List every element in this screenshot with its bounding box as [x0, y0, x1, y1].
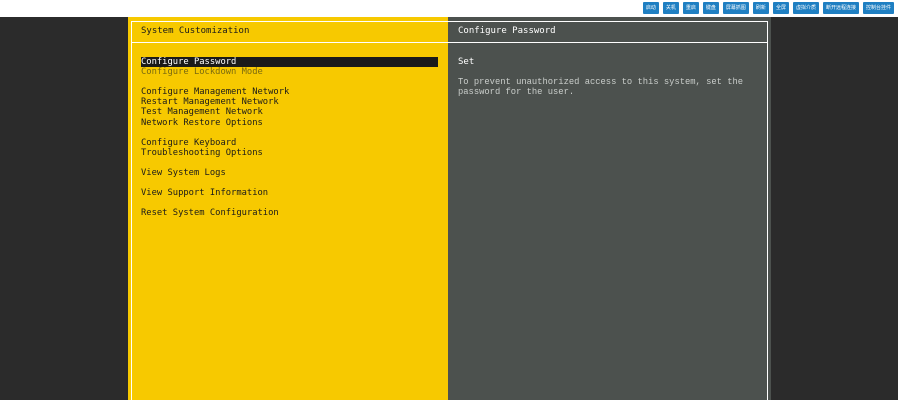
toolbar-button-1[interactable]: 启动	[642, 2, 659, 14]
menu-item-configure-management-network[interactable]: Configure Management Network	[141, 87, 438, 97]
menu-item-configure-lockdown-mode[interactable]: Configure Lockdown Mode	[141, 67, 438, 77]
detail-heading: Set	[458, 57, 475, 67]
right-title-divider	[448, 42, 768, 43]
console-screen[interactable]: System Customization Configure Password C…	[0, 17, 898, 410]
menu-item-test-management-network[interactable]: Test Management Network	[141, 107, 438, 117]
toolbar-button-10[interactable]: 控制台挂件	[862, 2, 894, 14]
left-panel-title: System Customization	[141, 26, 250, 36]
menu-item-troubleshooting-options[interactable]: Troubleshooting Options	[141, 148, 438, 158]
left-title-divider	[131, 42, 448, 43]
toolbar-button-3[interactable]: 重启	[682, 2, 699, 14]
remote-console-toolbar: 启动 关机 重启 键盘 屏幕抓图 刷新 全屏 虚拟介质 断开远程连接 控制台挂件	[0, 0, 898, 17]
menu-spacer	[141, 77, 438, 87]
configure-password-panel: Configure Password Set To prevent unauth…	[448, 17, 771, 410]
menu-item-restart-management-network[interactable]: Restart Management Network	[141, 97, 438, 107]
toolbar-button-2[interactable]: 关机	[662, 2, 679, 14]
toolbar-button-group: 启动 关机 重启 键盘 屏幕抓图 刷新 全屏 虚拟介质 断开远程连接 控制台挂件	[642, 2, 894, 14]
system-customization-panel: System Customization Configure Password C…	[128, 17, 448, 410]
toolbar-button-6[interactable]: 刷新	[752, 2, 769, 14]
customization-menu: Configure Password Configure Lockdown Mod…	[141, 57, 438, 219]
menu-item-reset-system-configuration[interactable]: Reset System Configuration	[141, 208, 438, 218]
dcui-window: System Customization Configure Password C…	[128, 17, 771, 410]
toolbar-button-9[interactable]: 断开远程连接	[822, 2, 859, 14]
toolbar-button-8[interactable]: 虚拟介质	[792, 2, 819, 14]
menu-item-view-support-information[interactable]: View Support Information	[141, 188, 438, 198]
menu-item-configure-password[interactable]: Configure Password	[141, 57, 438, 68]
menu-spacer	[141, 178, 438, 188]
detail-description: To prevent unauthorized access to this s…	[458, 77, 744, 98]
menu-spacer	[141, 128, 438, 138]
menu-spacer	[141, 158, 438, 168]
toolbar-button-7[interactable]: 全屏	[772, 2, 789, 14]
menu-item-configure-keyboard[interactable]: Configure Keyboard	[141, 138, 438, 148]
menu-item-network-restore-options[interactable]: Network Restore Options	[141, 118, 438, 128]
menu-spacer	[141, 198, 438, 208]
toolbar-button-5[interactable]: 屏幕抓图	[722, 2, 749, 14]
toolbar-button-4[interactable]: 键盘	[702, 2, 719, 14]
menu-item-view-system-logs[interactable]: View System Logs	[141, 168, 438, 178]
right-panel-title: Configure Password	[458, 26, 556, 36]
